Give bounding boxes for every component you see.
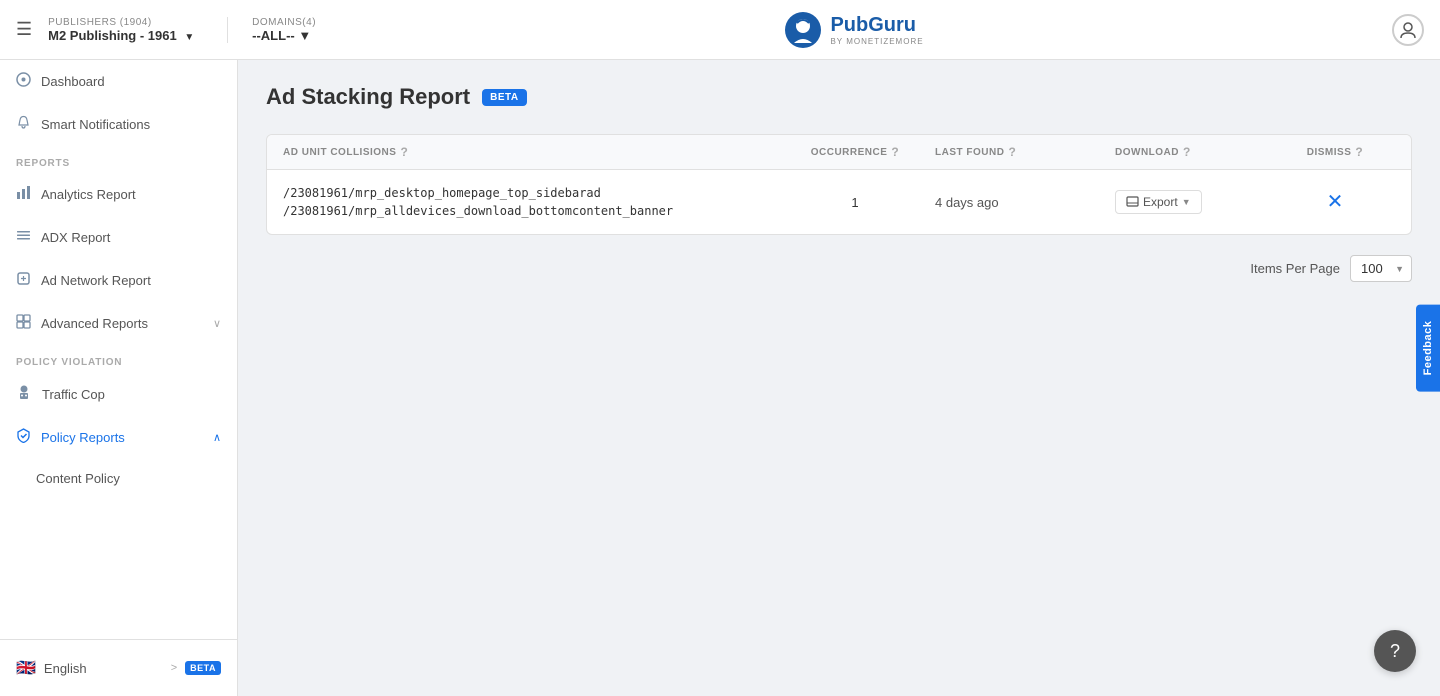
header: ☰ PUBLISHERS (1904) M2 Publishing - 1961… <box>0 0 1440 60</box>
occurrence-cell: 1 <box>775 195 935 210</box>
sidebar-item-analytics[interactable]: Analytics Report <box>0 173 237 216</box>
pagination-row: Items Per Page 100 50 25 <box>266 255 1412 282</box>
sidebar-traffic-cop-label: Traffic Cop <box>42 387 105 402</box>
sidebar-notifications-label: Smart Notifications <box>41 117 150 132</box>
domain-section: DOMAINS(4) --ALL-- ▼ <box>244 17 316 43</box>
traffic-cop-icon <box>16 384 32 404</box>
logo: PubGuru by MONETIZEMORE <box>332 11 1376 49</box>
export-button[interactable]: Export ▼ <box>1115 190 1202 214</box>
menu-icon[interactable]: ☰ <box>16 19 32 40</box>
publisher-arrow: ▼ <box>184 32 194 43</box>
domain-selector[interactable]: --ALL-- ▼ <box>252 28 316 43</box>
sidebar-item-content-policy[interactable]: Content Policy <box>0 459 237 498</box>
page-beta-badge: BETA <box>482 89 526 106</box>
sidebar-item-advanced-reports[interactable]: Advanced Reports ∨ <box>0 302 237 345</box>
dismiss-button[interactable]: ✕ <box>1327 192 1344 212</box>
main-content: Ad Stacking Report BETA AD UNIT COLLISIO… <box>238 60 1440 696</box>
policy-section-label: POLICY VIOLATION <box>0 345 237 372</box>
flag-icon: 🇬🇧 <box>16 658 36 678</box>
reports-section-label: REPORTS <box>0 146 237 173</box>
sidebar-item-dashboard[interactable]: Dashboard <box>0 60 237 103</box>
table-header: AD UNIT COLLISIONS ? OCCURRENCE ? LAST F… <box>267 135 1411 170</box>
sidebar-bottom: 🇬🇧 English > BETA <box>0 639 237 696</box>
col-download: DOWNLOAD ? <box>1115 145 1275 159</box>
table-row: /23081961/mrp_desktop_homepage_top_sideb… <box>267 170 1411 234</box>
language-selector[interactable]: 🇬🇧 English > BETA <box>0 648 237 688</box>
dashboard-icon <box>16 72 31 91</box>
publishers-label: PUBLISHERS (1904) <box>48 17 211 28</box>
policy-reports-icon <box>16 428 31 447</box>
dismiss-cell: ✕ <box>1275 192 1395 212</box>
dismiss-help-icon[interactable]: ? <box>1355 145 1363 159</box>
sidebar: Dashboard Smart Notifications REPORTS <box>0 60 238 696</box>
sidebar-adnetwork-label: Ad Network Report <box>41 273 151 288</box>
col-occurrence: OCCURRENCE ? <box>775 145 935 159</box>
sidebar-advanced-label: Advanced Reports <box>41 316 148 331</box>
policy-reports-chevron: ∧ <box>213 431 221 444</box>
sidebar-item-policy-reports[interactable]: Policy Reports ∧ <box>0 416 237 459</box>
sidebar-adx-label: ADX Report <box>41 230 110 245</box>
ad-stacking-table: AD UNIT COLLISIONS ? OCCURRENCE ? LAST F… <box>266 134 1412 235</box>
feedback-tab[interactable]: Feedback <box>1416 305 1440 392</box>
items-per-page-select[interactable]: 100 50 25 <box>1350 255 1412 282</box>
sidebar-analytics-label: Analytics Report <box>41 187 136 202</box>
sidebar-item-traffic-cop[interactable]: Traffic Cop <box>0 372 237 416</box>
page-title-row: Ad Stacking Report BETA <box>266 84 1412 110</box>
language-beta-badge: BETA <box>185 661 221 675</box>
advanced-reports-chevron: ∨ <box>213 317 221 330</box>
sidebar-policy-reports-label: Policy Reports <box>41 430 125 445</box>
language-arrow: > <box>171 662 177 674</box>
export-chevron: ▼ <box>1182 197 1191 207</box>
last-found-cell: 4 days ago <box>935 195 1115 210</box>
adx-icon <box>16 228 31 247</box>
sidebar-content-policy-label: Content Policy <box>36 471 120 486</box>
logo-text: PubGuru <box>830 14 923 37</box>
sidebar-item-ad-network[interactable]: Ad Network Report <box>0 259 237 302</box>
analytics-icon <box>16 185 31 204</box>
ad-unit-cell: /23081961/mrp_desktop_homepage_top_sideb… <box>283 186 775 218</box>
col-last-found: LAST FOUND ? <box>935 145 1115 159</box>
layout: Dashboard Smart Notifications REPORTS <box>0 60 1440 696</box>
items-per-page-wrapper: 100 50 25 <box>1350 255 1412 282</box>
download-help-icon[interactable]: ? <box>1183 145 1191 159</box>
logo-icon <box>784 11 822 49</box>
language-label: English <box>44 661 87 676</box>
ad-unit-path-1: /23081961/mrp_desktop_homepage_top_sideb… <box>283 186 775 200</box>
sidebar-dashboard-label: Dashboard <box>41 74 105 89</box>
domains-label: DOMAINS(4) <box>252 17 316 28</box>
ad-unit-help-icon[interactable]: ? <box>400 145 408 159</box>
header-right <box>1392 14 1424 46</box>
publisher-selector[interactable]: M2 Publishing - 1961 ▼ <box>48 28 211 43</box>
ad-unit-path-2: /23081961/mrp_alldevices_download_bottom… <box>283 204 775 218</box>
items-per-page-label: Items Per Page <box>1250 261 1340 276</box>
ad-network-icon <box>16 271 31 290</box>
last-found-help-icon[interactable]: ? <box>1008 145 1016 159</box>
col-ad-unit-collisions: AD UNIT COLLISIONS ? <box>283 145 775 159</box>
page-title: Ad Stacking Report <box>266 84 470 110</box>
domain-arrow: ▼ <box>298 28 311 43</box>
occurrence-help-icon[interactable]: ? <box>891 145 899 159</box>
advanced-reports-icon <box>16 314 31 333</box>
download-cell: Export ▼ <box>1115 190 1275 214</box>
sidebar-item-adx[interactable]: ADX Report <box>0 216 237 259</box>
help-button[interactable]: ? <box>1374 630 1416 672</box>
logo-subtext: by MONETIZEMORE <box>830 37 923 46</box>
sidebar-nav: Dashboard Smart Notifications REPORTS <box>0 60 237 639</box>
sidebar-item-smart-notifications[interactable]: Smart Notifications <box>0 103 237 146</box>
bell-icon <box>16 115 31 134</box>
col-dismiss: DISMISS ? <box>1275 145 1395 159</box>
avatar[interactable] <box>1392 14 1424 46</box>
publisher-section: PUBLISHERS (1904) M2 Publishing - 1961 ▼ <box>48 17 228 43</box>
